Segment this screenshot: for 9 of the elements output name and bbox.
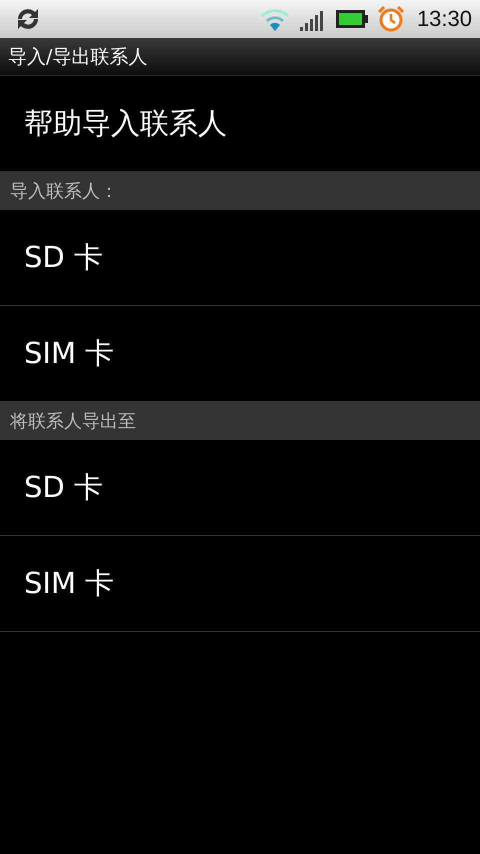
battery-icon [334, 9, 369, 29]
window-title: 导入/导出联系人 [8, 44, 148, 70]
alarm-clock-icon [376, 5, 405, 33]
section-header: 导入联系人： [0, 172, 480, 210]
menu-item[interactable]: SD 卡 [0, 210, 480, 306]
menu-item[interactable]: SD 卡 [0, 440, 480, 536]
menu-item[interactable]: SIM 卡 [0, 536, 480, 632]
section-header: 将联系人导出至 [0, 402, 480, 440]
clock-time: 13:30 [416, 6, 472, 32]
